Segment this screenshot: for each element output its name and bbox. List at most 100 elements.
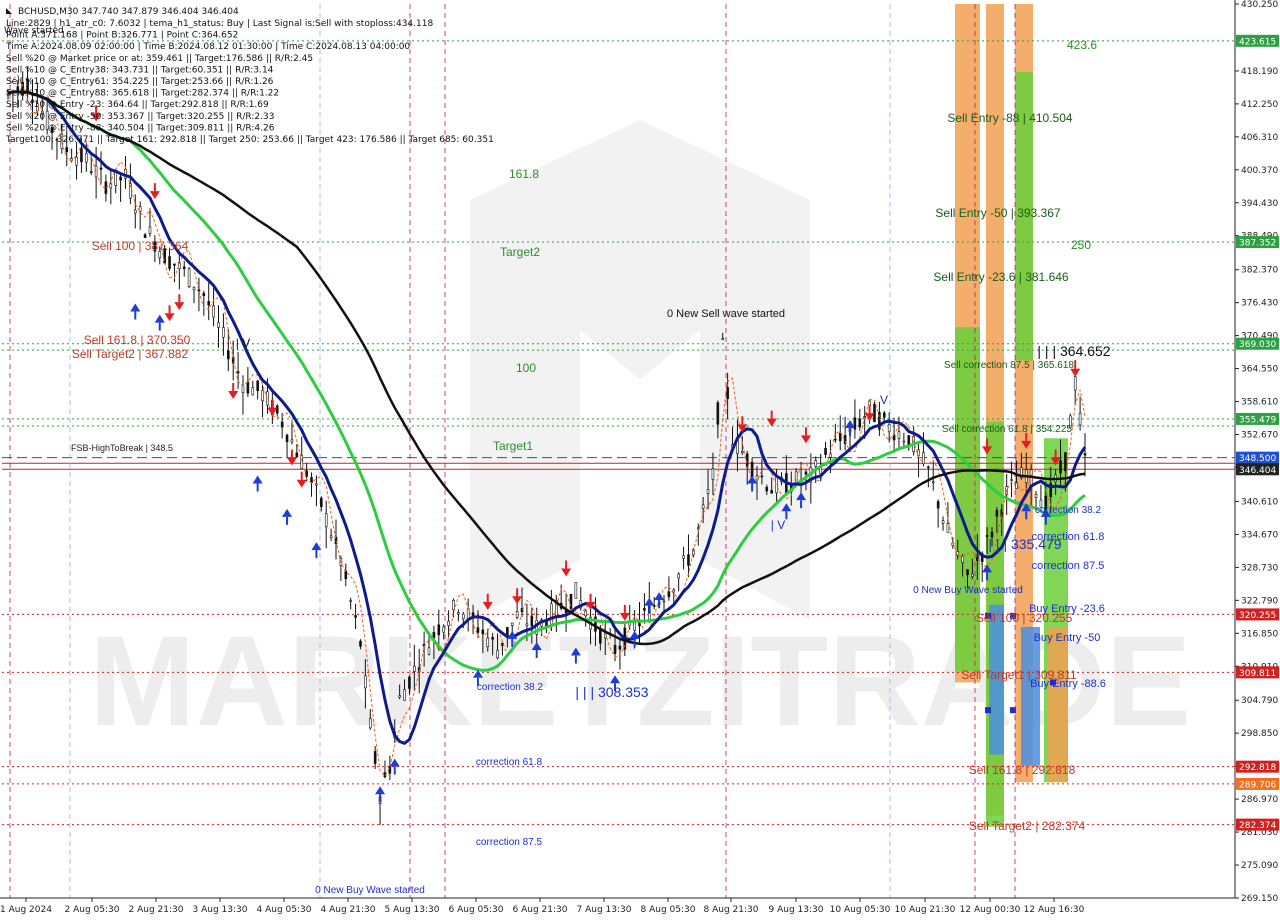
candle-body bbox=[922, 452, 925, 464]
candle-body bbox=[354, 615, 357, 618]
chart-annotation: Sell Target2 | 282.374 bbox=[969, 819, 1086, 833]
candle-body bbox=[1083, 453, 1087, 456]
candle-body bbox=[887, 424, 891, 433]
candle-body bbox=[403, 689, 406, 701]
chart-annotation: FSB-HighToBreak | 348.5 bbox=[71, 443, 173, 453]
candle-body bbox=[75, 156, 78, 166]
candle-body bbox=[476, 627, 480, 633]
candle-body bbox=[275, 405, 279, 414]
candle-body bbox=[1059, 460, 1062, 474]
candle-body bbox=[217, 322, 220, 328]
candle-body bbox=[280, 421, 284, 428]
candle-body bbox=[222, 327, 225, 338]
price-box-label: 348.500 bbox=[1239, 454, 1276, 464]
candle-body bbox=[329, 535, 333, 538]
y-tick-label: 298.850 bbox=[1241, 729, 1278, 739]
candle-body bbox=[662, 600, 666, 603]
y-tick-label: 400.370 bbox=[1241, 166, 1278, 176]
candle-body bbox=[804, 471, 808, 475]
chart-annotation: 423.6 bbox=[1067, 38, 1097, 52]
chart-annotation: Sell 100 | 320.255 bbox=[976, 611, 1073, 625]
candle-body bbox=[858, 418, 862, 428]
candle-body bbox=[65, 147, 69, 153]
chart-annotation: correction 87.5 bbox=[476, 837, 543, 848]
price-box-label: 320.255 bbox=[1239, 611, 1276, 621]
y-tick-label: 328.730 bbox=[1241, 563, 1278, 573]
x-tick-label: 8 Aug 21:30 bbox=[704, 905, 759, 915]
candle-body bbox=[119, 176, 122, 181]
candle-body bbox=[207, 301, 211, 306]
candle-body bbox=[413, 665, 416, 672]
candle-body bbox=[168, 256, 171, 269]
x-tick-label: 3 Aug 13:30 bbox=[193, 905, 248, 915]
chart-annotation: V bbox=[880, 393, 888, 407]
chart-annotation: correction 38.2 bbox=[1035, 505, 1102, 516]
candle-body bbox=[667, 591, 671, 598]
candle-body bbox=[643, 608, 646, 611]
candle-body bbox=[457, 612, 460, 615]
candle-body bbox=[902, 440, 906, 443]
price-box-label: 309.811 bbox=[1239, 669, 1276, 679]
candle-body bbox=[995, 509, 999, 517]
y-tick-label: 364.550 bbox=[1241, 365, 1278, 375]
candle-body bbox=[618, 645, 622, 650]
candle-body bbox=[261, 390, 264, 402]
candle-body bbox=[525, 623, 529, 627]
symbol-header: BCHUSD,M30 347.740 347.879 346.404 346.4… bbox=[18, 7, 239, 17]
candle-body bbox=[197, 289, 201, 292]
candle-body bbox=[711, 468, 715, 480]
candle-body bbox=[148, 226, 152, 234]
candle-body bbox=[613, 644, 617, 654]
chart-annotation: correction 38.2 bbox=[477, 682, 544, 693]
candle-body bbox=[814, 460, 818, 467]
candle-body bbox=[574, 582, 578, 599]
candle-body bbox=[359, 640, 362, 647]
candle-body bbox=[897, 431, 901, 439]
chart-annotation: Sell 100 | 387.364 bbox=[92, 239, 189, 253]
chart-annotation: Sell correction 61.8 | 354.225 bbox=[942, 424, 1072, 435]
chart-annotation: Target1 bbox=[493, 439, 533, 453]
info-line: Sell %10 @ C_Entry61: 354.225 || Target:… bbox=[6, 77, 274, 87]
candle-body bbox=[373, 751, 377, 764]
y-tick-label: 382.370 bbox=[1241, 266, 1278, 276]
price-box-label: 387.352 bbox=[1239, 239, 1276, 249]
candle-body bbox=[755, 475, 759, 481]
candle-body bbox=[481, 629, 485, 635]
candle-body bbox=[941, 520, 945, 524]
y-tick-label: 269.150 bbox=[1241, 894, 1278, 904]
candle-body bbox=[510, 622, 514, 626]
candle-body bbox=[946, 523, 950, 533]
candle-body bbox=[251, 387, 255, 396]
chart-annotation: Sell Entry -23.6 | 381.646 bbox=[933, 270, 1069, 284]
price-chart[interactable]: MARKETZITRADE 423.6161.8250Target2100Tar… bbox=[0, 0, 1280, 920]
info-line: Point A:371.168 | Point B:326.771 | Poin… bbox=[6, 31, 238, 41]
candle-body bbox=[677, 573, 680, 579]
candle-body bbox=[324, 513, 328, 528]
candle-body bbox=[133, 209, 137, 214]
x-tick-label: 10 Aug 05:30 bbox=[830, 905, 891, 915]
price-box-label: 423.615 bbox=[1239, 37, 1276, 47]
candle-body bbox=[672, 589, 676, 593]
candle-body bbox=[584, 610, 587, 617]
candle-body bbox=[873, 403, 876, 423]
chart-annotation: 0 New Buy Wave started bbox=[315, 885, 425, 896]
y-tick-label: 376.430 bbox=[1241, 299, 1278, 309]
chart-annotation: correction 61.8 bbox=[476, 757, 543, 768]
candle-body bbox=[1073, 376, 1077, 391]
candle-body bbox=[687, 554, 690, 566]
y-tick-label: 352.670 bbox=[1241, 431, 1278, 441]
price-box-label: 355.479 bbox=[1239, 415, 1276, 425]
y-tick-label: 322.790 bbox=[1241, 596, 1278, 606]
candle-body bbox=[173, 263, 176, 266]
chart-annotation: correction 87.5 bbox=[1032, 560, 1105, 572]
y-tick-label: 406.310 bbox=[1241, 133, 1278, 143]
info-line: Target100: 326.771 || Target 161: 292.81… bbox=[5, 135, 494, 145]
candle-body bbox=[94, 165, 98, 178]
chart-annotation: Buy Entry -50 bbox=[1034, 632, 1101, 644]
candle-body bbox=[368, 718, 372, 729]
y-tick-label: 358.610 bbox=[1241, 398, 1278, 408]
candle-body bbox=[515, 611, 519, 618]
sell-zone-bar-4 bbox=[1048, 626, 1068, 783]
candle-body bbox=[364, 675, 367, 689]
x-tick-label: 9 Aug 13:30 bbox=[769, 905, 824, 915]
